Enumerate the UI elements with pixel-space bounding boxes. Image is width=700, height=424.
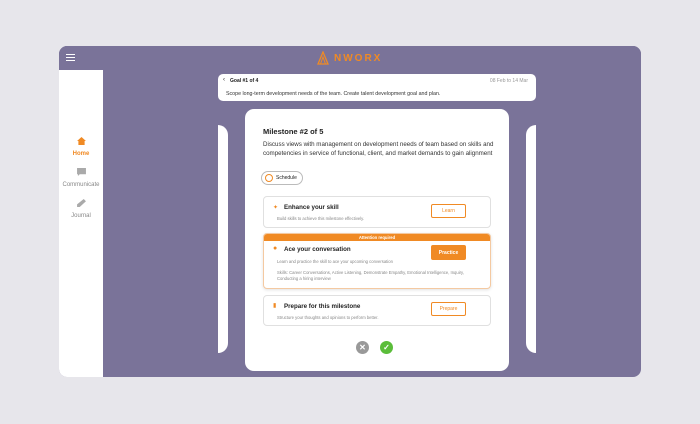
ace-conversation-subtitle: Learn and practice the skill to ace your… (277, 259, 393, 264)
next-card-peek[interactable] (526, 125, 536, 353)
goal-description: Scope long-term development needs of the… (226, 91, 441, 97)
nworx-logo-icon (317, 51, 329, 65)
goal-title: Goal #1 of 4 (230, 78, 259, 84)
check-icon[interactable]: ✓ (380, 341, 393, 354)
sidebar: Home Communicate Journal (59, 70, 103, 377)
prepare-title: Prepare for this milestone (284, 303, 361, 310)
prev-card-peek[interactable] (218, 125, 228, 353)
pencil-icon (76, 199, 86, 207)
home-icon (76, 137, 86, 145)
warning-icon: ● (273, 245, 278, 252)
nav-home-label: Home (72, 151, 90, 157)
brand-logo: NWORX (317, 50, 382, 66)
prepare-row: ▮ Prepare for this milestone Structure y… (263, 295, 491, 326)
close-icon[interactable]: ✕ (356, 341, 369, 354)
app-window: NWORX Home Communicate Journal ‹ Goal #1… (59, 46, 641, 377)
milestone-card: Milestone #2 of 5 Discuss views with man… (245, 109, 509, 371)
skills-list: Skills: Career Conversations, Active Lis… (277, 270, 464, 281)
practice-button[interactable]: Practice (431, 245, 466, 260)
top-bar: NWORX (59, 46, 641, 70)
menu-icon[interactable] (66, 54, 75, 62)
document-icon: ▮ (273, 303, 277, 309)
prepare-button[interactable]: Prepare (431, 302, 466, 316)
nav-communicate[interactable]: Communicate (59, 163, 103, 188)
nav-journal[interactable]: Journal (59, 194, 103, 219)
run-icon: ✦ (273, 205, 279, 211)
nav-journal-label: Journal (71, 213, 91, 219)
milestone-title: Milestone #2 of 5 (263, 127, 324, 136)
clock-icon (265, 174, 273, 182)
milestone-description: Discuss views with management on develop… (263, 141, 494, 157)
schedule-label: Schedule (276, 175, 297, 181)
nav-communicate-label: Communicate (62, 182, 100, 188)
ace-conversation-title: Ace your conversation (284, 246, 351, 253)
goal-header[interactable]: ‹ Goal #1 of 4 08 Feb to 14 Mar Scope lo… (218, 74, 536, 101)
enhance-skill-title: Enhance your skill (284, 204, 339, 211)
goal-dates: 08 Feb to 14 Mar (489, 78, 528, 84)
attention-banner: Attention required (264, 234, 490, 241)
chat-icon (76, 168, 86, 176)
brand-name: NWORX (334, 52, 383, 64)
chevron-left-icon[interactable]: ‹ (223, 77, 225, 83)
learn-button[interactable]: Learn (431, 204, 466, 218)
prepare-subtitle: Structure your thoughts and opinions to … (277, 315, 379, 320)
ace-conversation-row: Attention required ● Ace your conversati… (263, 233, 491, 289)
nav-home[interactable]: Home (59, 132, 103, 157)
enhance-skill-subtitle: Build skills to achieve this milestone e… (277, 216, 365, 221)
enhance-skill-row: ✦ Enhance your skill Build skills to ach… (263, 196, 491, 228)
schedule-button[interactable]: Schedule (261, 171, 303, 185)
